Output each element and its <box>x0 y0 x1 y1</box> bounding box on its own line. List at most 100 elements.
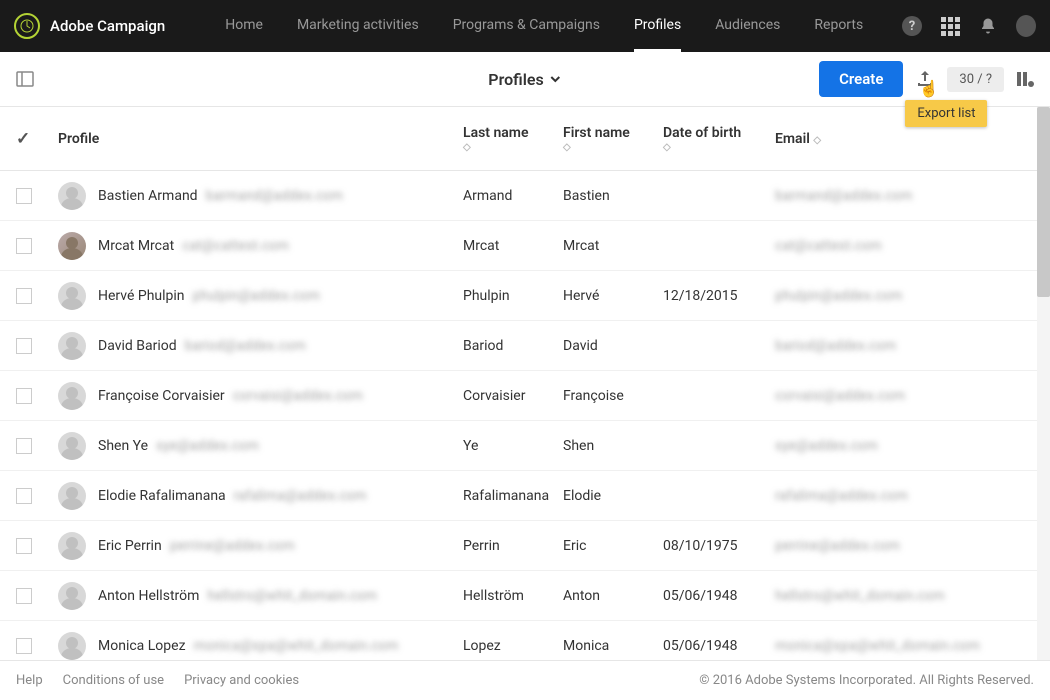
cell-first-name: Françoise <box>563 388 663 404</box>
profile-name: Hervé Phulpin <box>98 288 185 304</box>
table-row[interactable]: Monica Lopez monica@spa@whit_domain.comL… <box>0 621 1050 660</box>
nav-programs[interactable]: Programs & Campaigns <box>453 0 600 52</box>
row-checkbox[interactable] <box>16 638 32 654</box>
table-row[interactable]: Shen Ye sye@addex.comYeShensye@addex.com <box>0 421 1050 471</box>
view-title-dropdown[interactable]: Profiles <box>488 70 561 89</box>
profile-email-blurred: bariod@addex.com <box>185 338 306 354</box>
cursor-icon: ☝ <box>919 79 939 98</box>
profile-email-blurred: barmand@addex.com <box>206 188 343 204</box>
table-row[interactable]: Françoise Corvaisier corvaisi@addex.comC… <box>0 371 1050 421</box>
sort-icon: ◇ <box>663 143 775 153</box>
avatar <box>58 482 86 510</box>
nav-reports[interactable]: Reports <box>814 0 863 52</box>
column-email[interactable]: Email ◇ <box>775 131 1050 147</box>
avatar <box>58 432 86 460</box>
apps-icon[interactable] <box>940 16 960 36</box>
nav-home[interactable]: Home <box>225 0 263 52</box>
row-checkbox[interactable] <box>16 588 32 604</box>
avatar <box>58 232 86 260</box>
profile-email-blurred: rafalima@addex.com <box>234 488 367 504</box>
cell-first-name: Hervé <box>563 288 663 304</box>
user-avatar[interactable] <box>1016 16 1036 36</box>
row-checkbox[interactable] <box>16 338 32 354</box>
table-row[interactable]: Eric Perrin perrine@addex.comPerrinEric0… <box>0 521 1050 571</box>
nav-menu: Home Marketing activities Programs & Cam… <box>225 0 863 52</box>
row-checkbox[interactable] <box>16 288 32 304</box>
record-count[interactable]: 30 / ? <box>947 67 1004 92</box>
cell-email: sye@addex.com <box>775 438 1050 454</box>
profile-name: Mrcat Mrcat <box>98 238 174 254</box>
sort-icon: ◇ <box>813 135 821 146</box>
create-button[interactable]: Create <box>819 61 903 97</box>
profile-email-blurred: monica@spa@whit_domain.com <box>194 638 399 654</box>
cell-first-name: David <box>563 338 663 354</box>
profile-email-blurred: perrine@addex.com <box>170 538 295 554</box>
table-header: ✓ Profile Last name◇ First name◇ Date of… <box>0 107 1050 171</box>
cell-first-name: Bastien <box>563 188 663 204</box>
table-row[interactable]: Mrcat Mrcat cat@cattest.com MrcatMrcat cat… <box>0 221 1050 271</box>
avatar <box>58 582 86 610</box>
column-first-name[interactable]: First name◇ <box>563 125 663 153</box>
scrollbar-track[interactable] <box>1037 107 1050 660</box>
profile-name: Monica Lopez <box>98 638 186 654</box>
avatar <box>58 282 86 310</box>
column-profile[interactable]: Profile <box>58 131 463 147</box>
cell-last-name: Ye <box>463 438 563 454</box>
cell-email: bariod@addex.com <box>775 338 1050 354</box>
nav-profiles[interactable]: Profiles <box>634 0 681 52</box>
table-row[interactable]: David Bariod bariod@addex.comBariodDavid… <box>0 321 1050 371</box>
cell-first-name: Monica <box>563 638 663 654</box>
row-checkbox[interactable] <box>16 438 32 454</box>
footer-privacy[interactable]: Privacy and cookies <box>184 673 299 688</box>
toolbar: Profiles Create ☝ Export list 30 / ? <box>0 52 1050 107</box>
sort-icon: ◇ <box>463 143 563 153</box>
cell-last-name: Rafalimanana <box>463 488 563 504</box>
cell-last-name: Mrcat <box>463 238 563 254</box>
cell-email: cat@cattest.com <box>775 238 1050 254</box>
profile-email-blurred: cat@cattest.com <box>182 238 289 254</box>
avatar <box>58 532 86 560</box>
cell-dob: 08/10/1975 <box>663 538 775 554</box>
row-checkbox[interactable] <box>16 238 32 254</box>
row-checkbox[interactable] <box>16 388 32 404</box>
profile-email-blurred: phulpin@addex.com <box>193 288 320 304</box>
profile-email-blurred: hellstro@whit_domain.com <box>207 588 377 604</box>
bell-icon[interactable] <box>978 16 998 36</box>
table-row[interactable]: Bastien Armand barmand@addex.comArmandBa… <box>0 171 1050 221</box>
row-checkbox[interactable] <box>16 488 32 504</box>
cell-last-name: Perrin <box>463 538 563 554</box>
scrollbar-thumb[interactable] <box>1037 107 1050 297</box>
panel-toggle-icon[interactable] <box>16 70 34 88</box>
footer-help[interactable]: Help <box>16 673 43 688</box>
column-last-name[interactable]: Last name◇ <box>463 125 563 153</box>
configure-list-icon[interactable] <box>1016 70 1034 88</box>
row-checkbox[interactable] <box>16 188 32 204</box>
table-row[interactable]: Anton Hellström hellstro@whit_domain.com… <box>0 571 1050 621</box>
export-button[interactable]: ☝ Export list <box>915 69 935 89</box>
table-body: Bastien Armand barmand@addex.comArmandBa… <box>0 171 1050 660</box>
cell-first-name: Mrcat <box>563 238 663 254</box>
table-row[interactable]: Hervé Phulpin phulpin@addex.com PhulpinHe… <box>0 271 1050 321</box>
profile-name: David Bariod <box>98 338 177 354</box>
help-icon[interactable]: ? <box>902 16 922 36</box>
footer-conditions[interactable]: Conditions of use <box>63 673 164 688</box>
cell-last-name: Armand <box>463 188 563 204</box>
nav-audiences[interactable]: Audiences <box>715 0 780 52</box>
column-dob[interactable]: Date of birth◇ <box>663 125 775 153</box>
table-row[interactable]: Elodie Rafalimanana rafalima@addex.comRa… <box>0 471 1050 521</box>
cell-dob: 12/18/2015 <box>663 288 775 304</box>
nav-marketing[interactable]: Marketing activities <box>297 0 419 52</box>
brand-name: Adobe Campaign <box>50 17 165 35</box>
cell-first-name: Elodie <box>563 488 663 504</box>
cell-last-name: Phulpin <box>463 288 563 304</box>
row-checkbox[interactable] <box>16 538 32 554</box>
topbar-icons: ? <box>902 16 1036 36</box>
profile-name: Eric Perrin <box>98 538 162 554</box>
select-all-column[interactable]: ✓ <box>16 129 58 149</box>
cell-email: phulpin@addex.com <box>775 288 1050 304</box>
cell-email: barmand@addex.com <box>775 188 1050 204</box>
brand[interactable]: Adobe Campaign <box>14 13 165 39</box>
chevron-down-icon <box>550 73 562 85</box>
profile-name: Shen Ye <box>98 438 148 454</box>
cell-last-name: Hellström <box>463 588 563 604</box>
